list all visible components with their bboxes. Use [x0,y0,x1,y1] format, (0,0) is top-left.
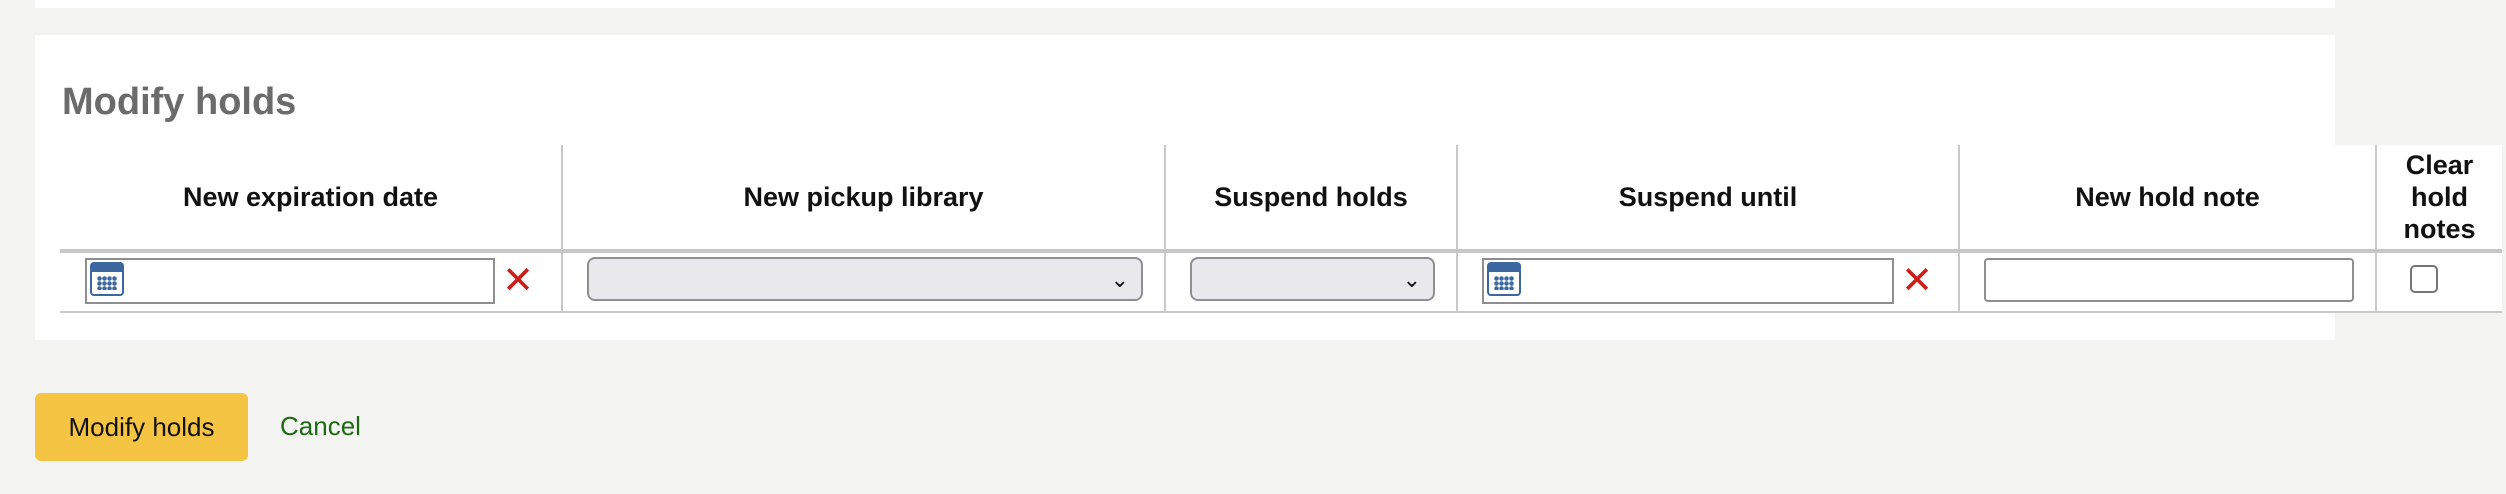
clear-expiration-date-icon[interactable]: ✕ [500,261,536,301]
header-new-pickup-library: New pickup library [561,145,1165,253]
hold-note-input[interactable] [1984,258,2354,302]
header-suspend-holds: Suspend holds [1164,145,1457,253]
cancel-link[interactable]: Cancel [280,410,361,442]
suspend-until-input[interactable] [1482,258,1894,304]
calendar-icon[interactable] [90,262,124,296]
expiration-date-cell: ✕ [60,251,562,313]
previous-section-panel [35,0,2335,8]
table-row: ✕ ⌄ ⌄ ✕ [60,251,2502,313]
chevron-down-icon: ⌄ [1402,267,1421,292]
table-header-row: New expiration date New pickup library S… [60,145,2502,253]
header-new-expiration-date: New expiration date [60,145,562,253]
pickup-library-cell: ⌄ [561,251,1165,313]
clear-hold-notes-checkbox[interactable] [2410,265,2438,293]
header-clear-hold-notes: Clear hold notes [2375,145,2502,253]
expiration-date-input[interactable] [85,258,495,304]
modify-holds-table: New expiration date New pickup library S… [60,145,2502,313]
chevron-down-icon: ⌄ [1110,267,1129,292]
modify-holds-button[interactable]: Modify holds [35,393,248,461]
suspend-until-cell: ✕ [1456,251,1959,313]
calendar-icon[interactable] [1487,262,1521,296]
pickup-library-select[interactable]: ⌄ [587,257,1143,301]
clear-suspend-until-icon[interactable]: ✕ [1899,261,1935,301]
hold-note-cell [1958,251,2376,313]
header-suspend-until: Suspend until [1456,145,1959,253]
header-new-hold-note: New hold note [1958,145,2376,253]
suspend-holds-cell: ⌄ [1164,251,1457,313]
suspend-holds-select[interactable]: ⌄ [1190,257,1435,301]
clear-hold-notes-cell [2375,251,2502,313]
section-title: Modify holds [62,81,297,123]
